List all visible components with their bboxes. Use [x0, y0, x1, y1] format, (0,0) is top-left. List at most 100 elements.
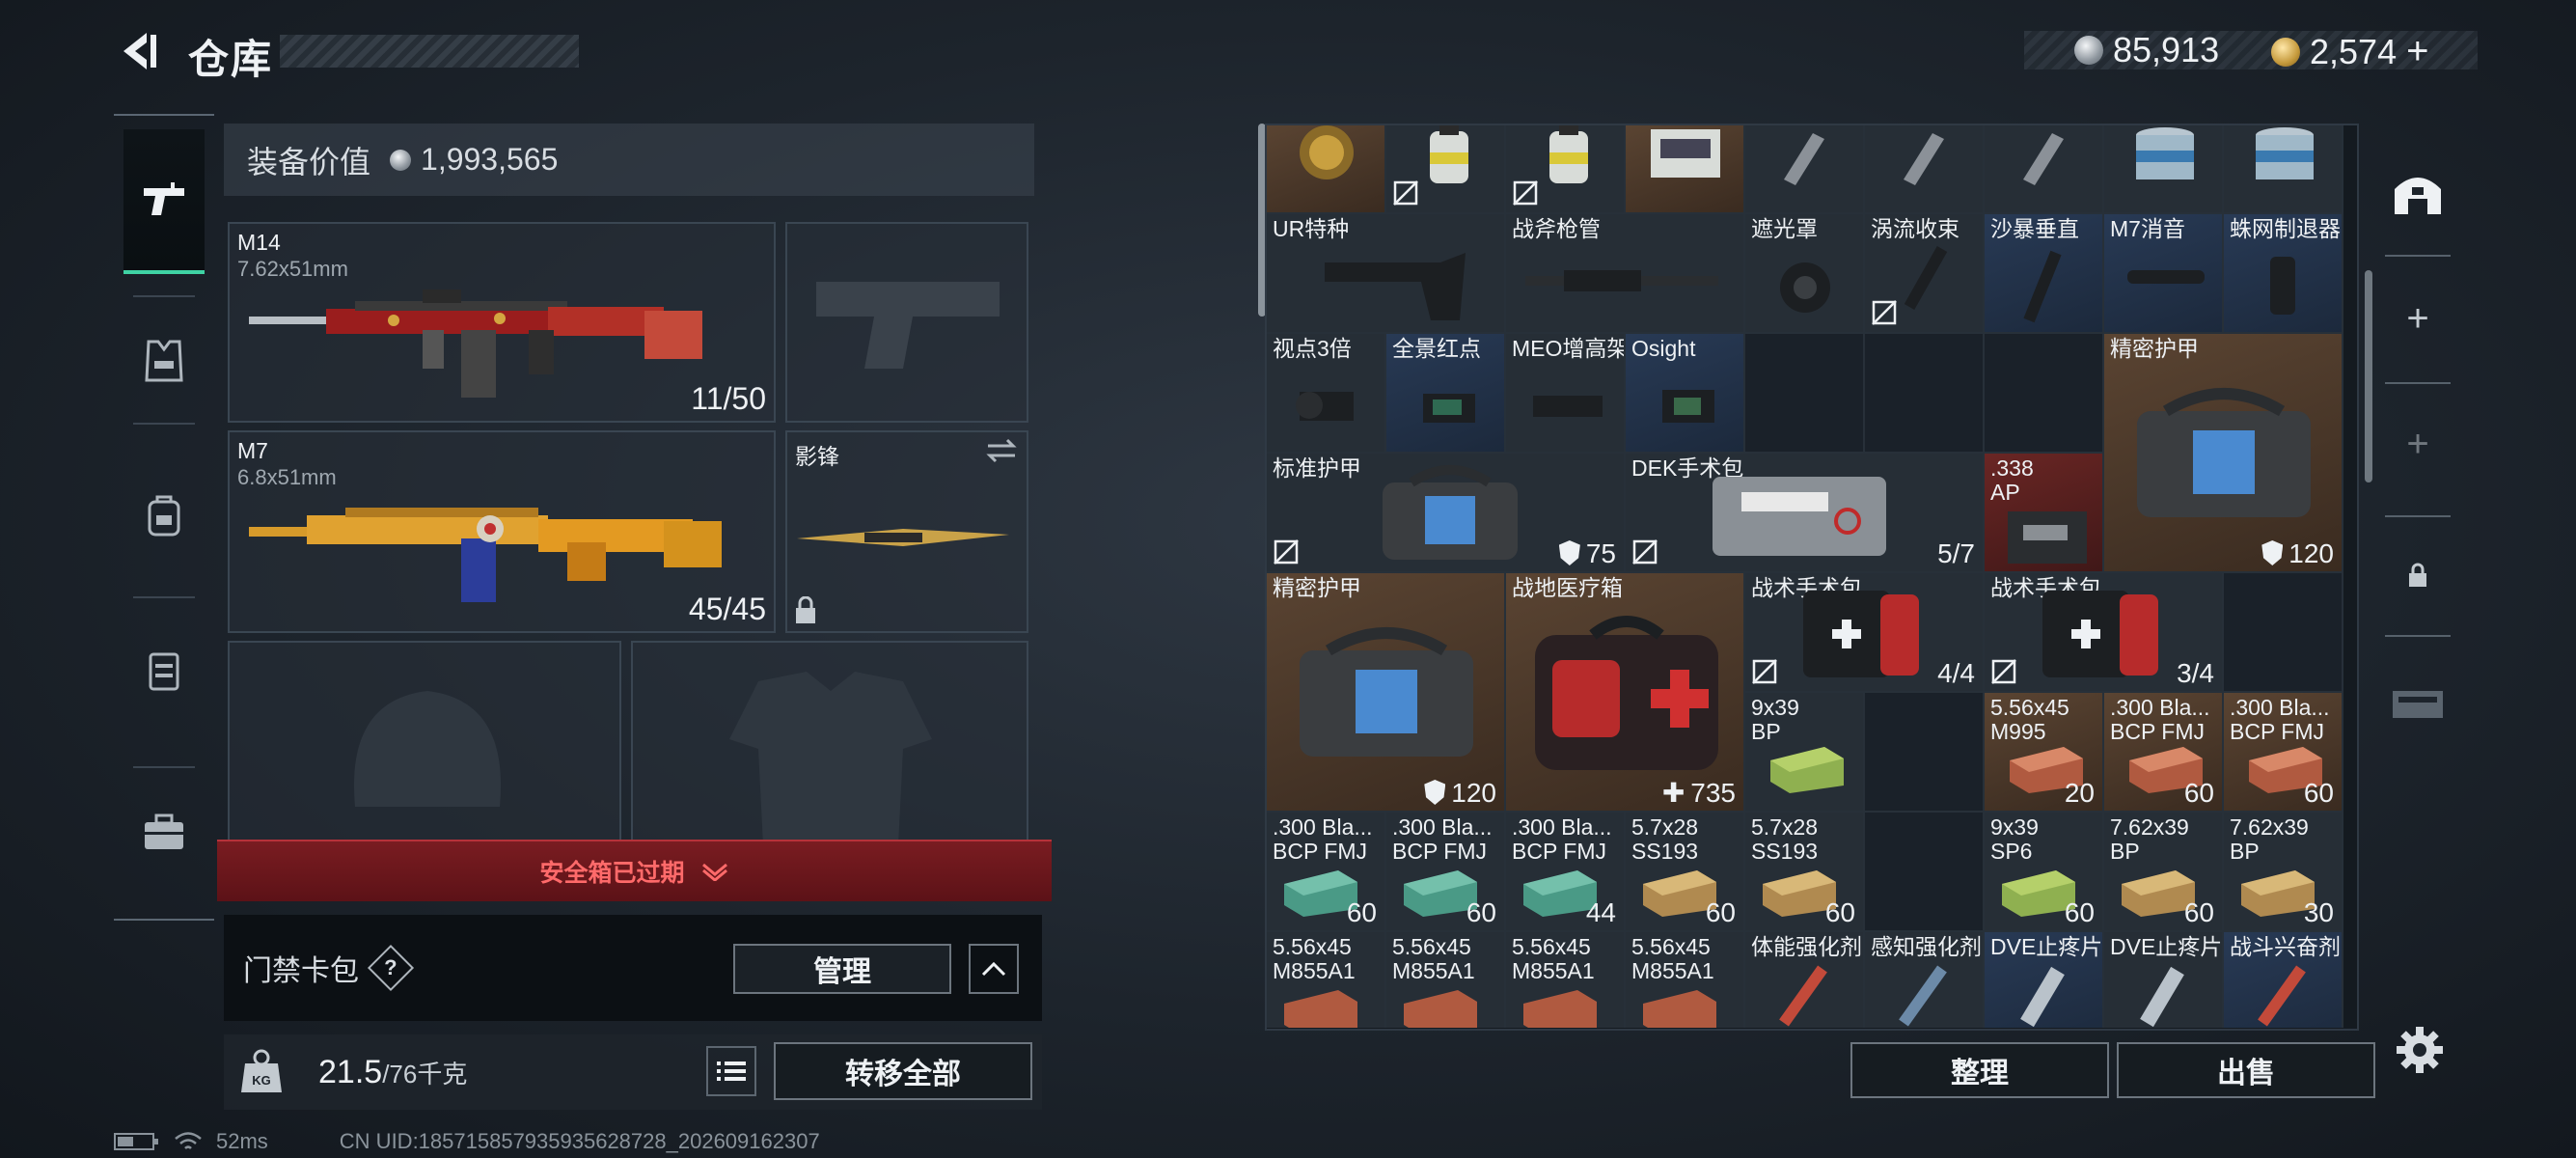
item-count: 60 — [1824, 897, 1855, 927]
help-icon[interactable]: ? — [367, 944, 415, 992]
item-name: 9x39 BP — [1751, 695, 1799, 744]
item-name: 5.7x28 SS193 — [1751, 814, 1819, 864]
storage-item[interactable]: 9x39 BP — [1745, 693, 1865, 813]
storage-item[interactable]: DVE止疼片 — [2104, 932, 2224, 1028]
storage-item[interactable]: 5.56x45 M855A1 — [1506, 932, 1626, 1028]
item-name: 精密护甲 — [1273, 575, 1361, 600]
helmet-slot[interactable] — [228, 641, 621, 843]
rail-backpack[interactable] — [123, 475, 205, 556]
back-arrow-icon[interactable] — [114, 27, 162, 75]
storage-item[interactable] — [1985, 125, 2104, 214]
storage-item[interactable] — [1506, 125, 1626, 214]
secondary-weapon-slot[interactable]: M7 6.8x51mm 45/45 — [228, 430, 776, 633]
armor-slot[interactable] — [631, 641, 1028, 845]
storage-item[interactable]: 精密护甲 120 — [2104, 334, 2343, 573]
muzzle-image — [1904, 246, 1948, 310]
list-view-button[interactable] — [706, 1046, 756, 1096]
add-storage-button-disabled[interactable]: + — [2379, 405, 2456, 482]
storage-item[interactable]: Osight — [1626, 334, 1745, 454]
empty-cell[interactable] — [1745, 334, 1865, 454]
locked-storage-tab[interactable] — [2379, 537, 2456, 614]
melee-slot[interactable]: 影锋 — [785, 430, 1028, 633]
storage-item[interactable]: 标准护甲 75 — [1267, 454, 1626, 573]
storage-item[interactable]: MEO增高架 — [1506, 334, 1626, 454]
rail-case[interactable] — [123, 791, 205, 872]
pill-bottle-image — [2140, 966, 2184, 1028]
storage-item[interactable] — [2104, 125, 2224, 214]
rail-rig[interactable] — [123, 631, 205, 712]
storage-item[interactable]: 5.7x28 SS193 60 — [1745, 813, 1865, 932]
storage-item[interactable]: 全景红点 — [1386, 334, 1506, 454]
storage-item[interactable]: 5.7x28 SS193 60 — [1626, 813, 1745, 932]
storage-item[interactable]: .300 Bla... BCP FMJ 60 — [1267, 813, 1386, 932]
case-icon — [2393, 691, 2443, 718]
storage-item[interactable]: 战斗兴奋剂 — [2224, 932, 2343, 1028]
storage-item[interactable]: M7消音 — [2104, 214, 2224, 334]
storage-item[interactable]: 遮光罩 — [1745, 214, 1865, 334]
storage-item[interactable] — [1386, 125, 1506, 214]
storage-item[interactable]: 9x39 SP6 60 — [1985, 813, 2104, 932]
expand-button[interactable] — [969, 944, 1019, 994]
storage-item[interactable]: .300 Bla... BCP FMJ 60 — [2224, 693, 2343, 813]
storage-item[interactable]: .300 Bla... BCP FMJ 60 — [2104, 693, 2224, 813]
no-insurance-icon — [1632, 539, 1658, 565]
storage-item[interactable]: .338 AP — [1985, 454, 2104, 573]
storage-item[interactable] — [1267, 125, 1386, 214]
storage-item[interactable]: 战斧枪管 — [1506, 214, 1745, 334]
storage-item[interactable]: .300 Bla... BCP FMJ 44 — [1506, 813, 1626, 932]
gold-balance[interactable]: 2,574 + — [2271, 30, 2428, 73]
tidy-button[interactable]: 整理 — [1850, 1042, 2109, 1098]
gear-icon[interactable] — [2393, 1023, 2447, 1077]
manage-button[interactable]: 管理 — [733, 944, 951, 994]
storage-item[interactable]: 体能强化剂 — [1745, 932, 1865, 1028]
storage-item[interactable]: DEK手术包 5/7 — [1626, 454, 1985, 573]
primary-weapon-slot[interactable]: M14 7.62x51mm 11/50 — [228, 222, 776, 423]
storage-item[interactable] — [1626, 125, 1745, 214]
empty-cell[interactable] — [1865, 693, 1985, 813]
storage-item[interactable]: 精密护甲 120 — [1267, 573, 1506, 813]
storage-item[interactable]: 战术手术包 3/4 — [1985, 573, 2224, 693]
safe-box-expired-bar[interactable]: 安全箱已过期 — [217, 840, 1052, 901]
storage-item[interactable]: 5.56x45 M855A1 — [1267, 932, 1386, 1028]
storage-item[interactable] — [1865, 125, 1985, 214]
storage-case-tab[interactable] — [2379, 664, 2456, 741]
storage-item[interactable]: .300 Bla... BCP FMJ 60 — [1386, 813, 1506, 932]
storage-item[interactable]: 沙暴垂直 — [1985, 214, 2104, 334]
gold-amount: 2,574 — [2310, 31, 2398, 71]
pistol-slot[interactable] — [785, 222, 1028, 423]
storage-item[interactable]: 蛛网制退器 — [2224, 214, 2343, 334]
storage-item[interactable]: 5.56x45 M855A1 — [1386, 932, 1506, 1028]
pill-bottle-image — [2020, 966, 2065, 1028]
storage-item[interactable]: 5.56x45 M995 20 — [1985, 693, 2104, 813]
storage-tabs: + + — [2379, 124, 2456, 718]
storage-item[interactable]: 感知强化剂 — [1865, 932, 1985, 1028]
item-name: 9x39 SP6 — [1990, 814, 2039, 864]
rail-vest[interactable] — [123, 320, 205, 401]
swap-icon[interactable] — [984, 438, 1019, 463]
item-name: 5.7x28 SS193 — [1631, 814, 1699, 864]
rail-weapons[interactable] — [123, 129, 205, 274]
storage-item[interactable]: 7.62x39 BP 60 — [2104, 813, 2224, 932]
storage-item[interactable]: DVE止疼片 — [1985, 932, 2104, 1028]
empty-cell[interactable] — [1865, 334, 1985, 454]
empty-cell[interactable] — [1865, 813, 1985, 932]
empty-cell[interactable] — [1985, 334, 2104, 454]
storage-item[interactable]: 战地医疗箱 ✚ 735 — [1506, 573, 1745, 813]
storage-item[interactable]: 涡流收束 — [1865, 214, 1985, 334]
tab-warehouse[interactable] — [2379, 152, 2456, 230]
add-storage-button[interactable]: + — [2379, 280, 2456, 357]
add-gold-button[interactable]: + — [2406, 30, 2428, 73]
storage-item[interactable] — [2224, 125, 2343, 214]
empty-cell[interactable] — [2224, 573, 2343, 693]
storage-item[interactable] — [1745, 125, 1865, 214]
ammo-box-image — [2008, 511, 2087, 564]
storage-item[interactable]: 7.62x39 BP 30 — [2224, 813, 2343, 932]
storage-item[interactable]: 5.56x45 M855A1 — [1626, 932, 1745, 1028]
storage-item[interactable]: 视点3倍 — [1267, 334, 1386, 454]
storage-scrollbar[interactable] — [2365, 270, 2372, 482]
storage-item[interactable]: UR特种 — [1267, 214, 1506, 334]
item-name: .338 AP — [1990, 455, 2034, 505]
sell-button[interactable]: 出售 — [2117, 1042, 2375, 1098]
transfer-all-button[interactable]: 转移全部 — [774, 1042, 1032, 1100]
storage-item[interactable]: 战术手术包 4/4 — [1745, 573, 1985, 693]
